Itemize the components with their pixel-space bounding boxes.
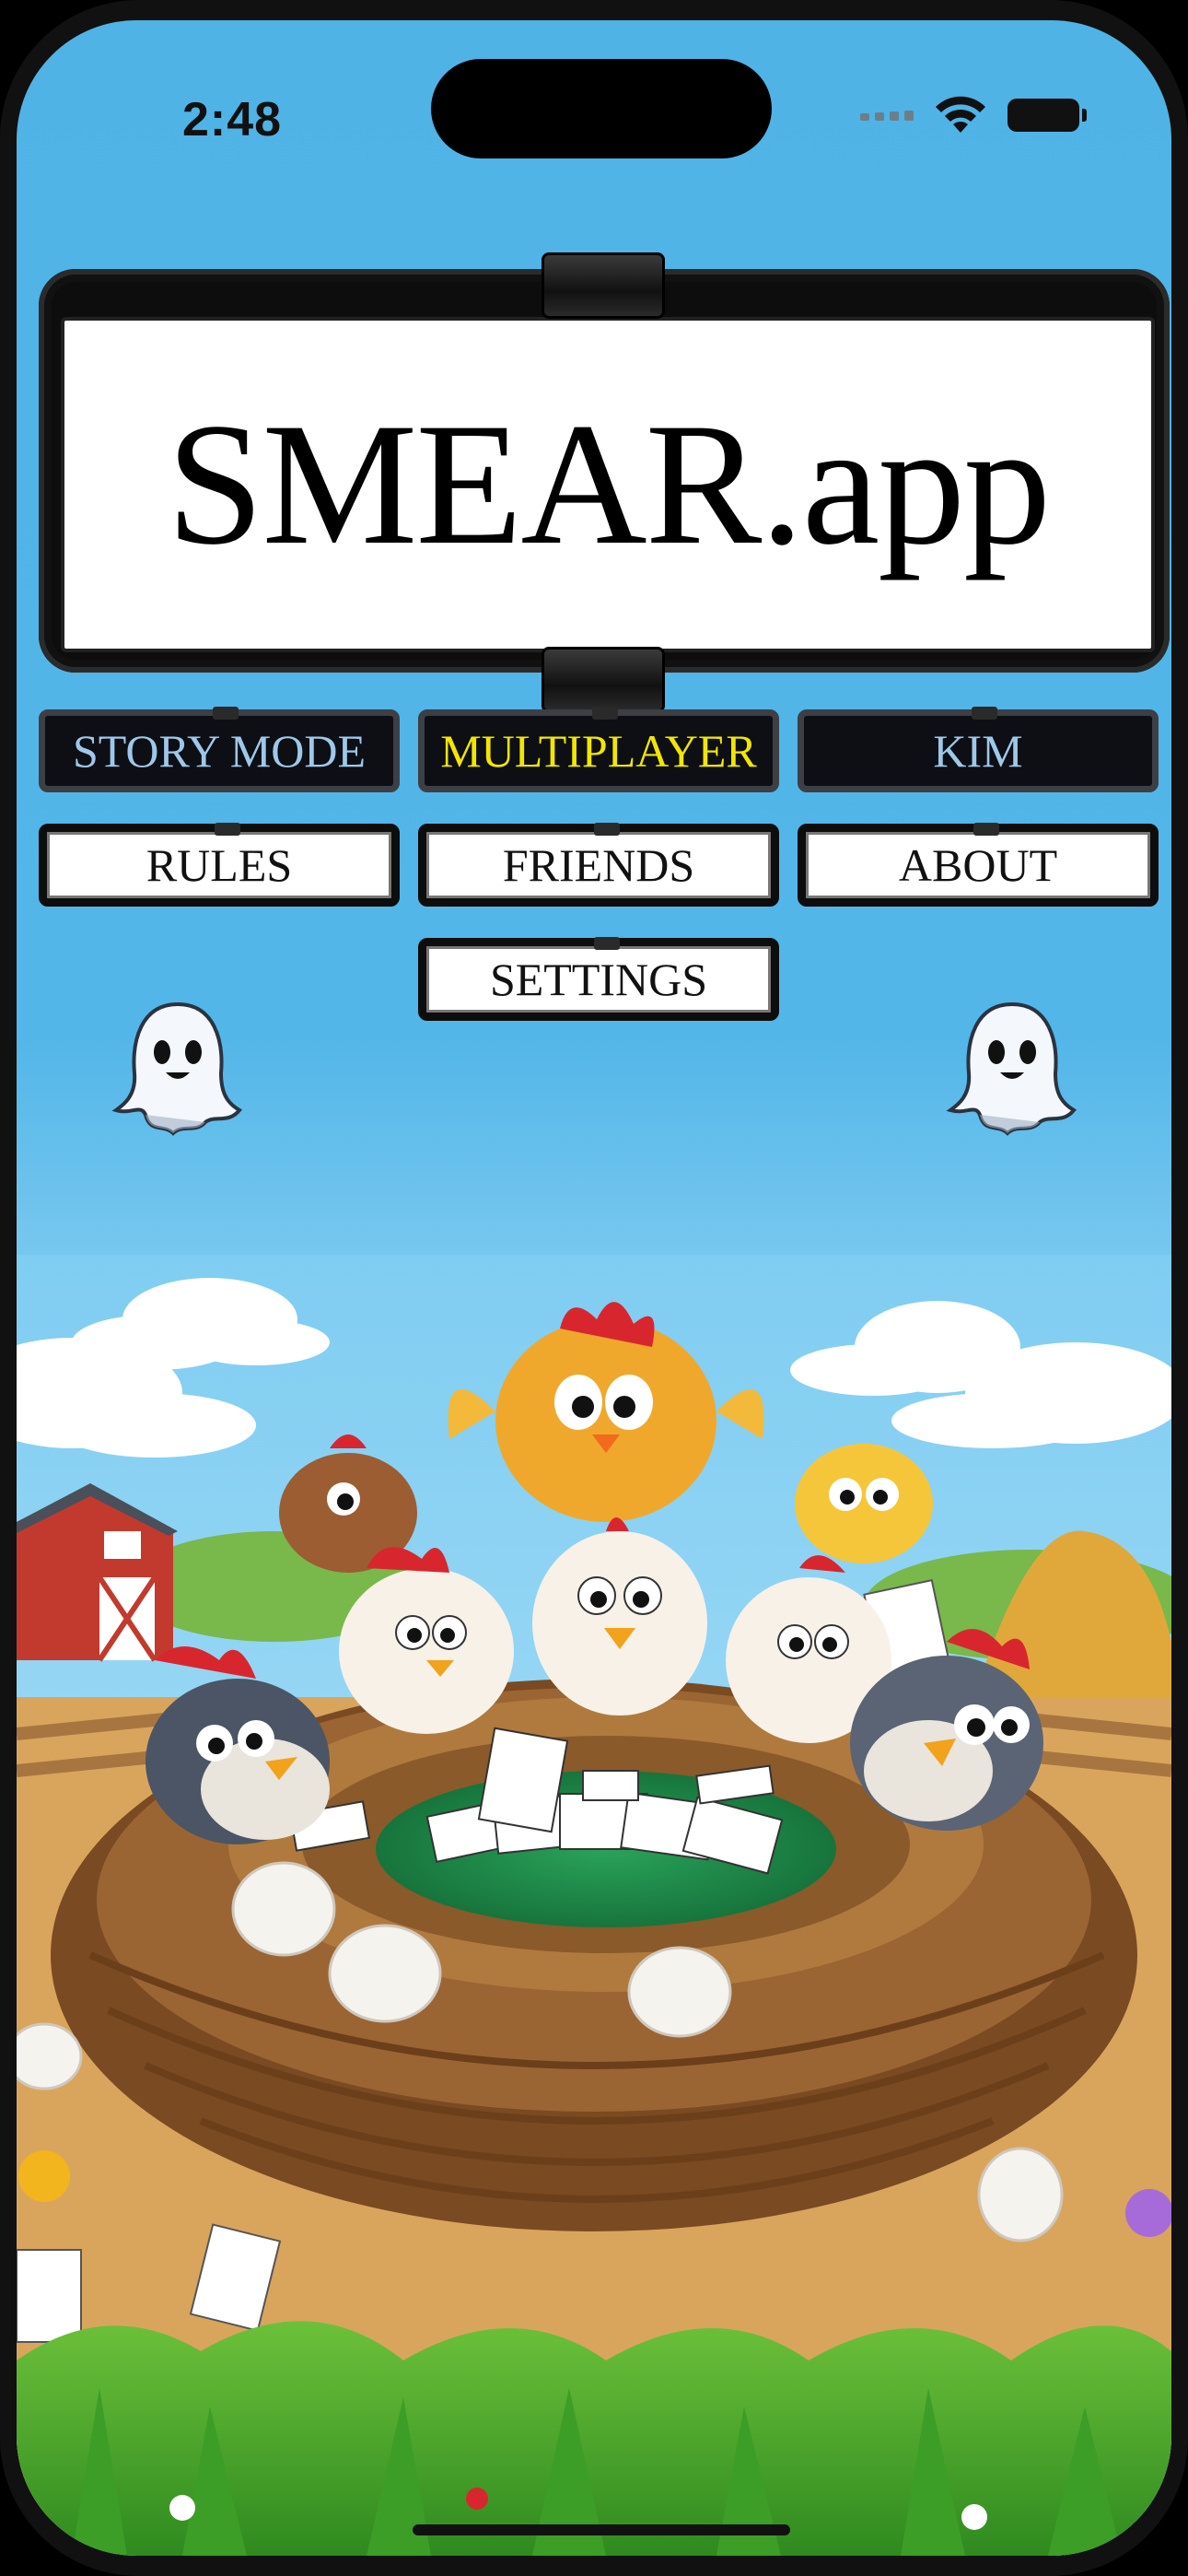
sign-hinge-bottom: [542, 647, 665, 713]
kim-button[interactable]: KIM: [798, 707, 1159, 792]
home-indicator[interactable]: [413, 2524, 790, 2535]
button-clip: [594, 937, 620, 950]
battery-icon: [1007, 99, 1087, 132]
ghost-icon[interactable]: [943, 995, 1081, 1142]
rules-label: RULES: [146, 839, 293, 891]
button-clip: [972, 707, 997, 720]
status-time: 2:48: [182, 93, 283, 146]
friends-button[interactable]: FRIENDS: [418, 823, 779, 907]
app-screen: 2:48 SMEAR.app STORY MODE MULTIPLAYER KI…: [17, 20, 1171, 2556]
kim-label: KIM: [933, 725, 1023, 777]
button-clip: [594, 823, 620, 836]
about-label: ABOUT: [898, 839, 1058, 891]
settings-button[interactable]: SETTINGS: [418, 937, 779, 1021]
multiplayer-button[interactable]: MULTIPLAYER: [418, 707, 779, 792]
story-mode-label: STORY MODE: [72, 725, 367, 777]
app-title: SMEAR.app: [166, 388, 1051, 581]
friends-label: FRIENDS: [502, 839, 695, 891]
title-sign: SMEAR.app: [61, 317, 1155, 652]
dynamic-island: [431, 59, 772, 158]
sign-hinge-top: [542, 252, 665, 319]
settings-label: SETTINGS: [489, 954, 708, 1005]
ghost-icon[interactable]: [109, 995, 247, 1142]
button-clip: [592, 707, 618, 720]
wifi-icon: [936, 96, 985, 133]
button-clip: [213, 707, 239, 720]
chicken-card-game-illustration: [17, 1255, 1171, 2556]
status-indicators: [860, 96, 1087, 135]
device-frame: 2:48 SMEAR.app STORY MODE MULTIPLAYER KI…: [0, 0, 1188, 2576]
about-button[interactable]: ABOUT: [798, 823, 1159, 907]
cellular-icon: [860, 110, 914, 121]
button-clip: [215, 823, 240, 836]
multiplayer-label: MULTIPLAYER: [440, 725, 757, 777]
story-mode-button[interactable]: STORY MODE: [39, 707, 400, 792]
button-clip: [973, 823, 999, 836]
rules-button[interactable]: RULES: [39, 823, 400, 907]
